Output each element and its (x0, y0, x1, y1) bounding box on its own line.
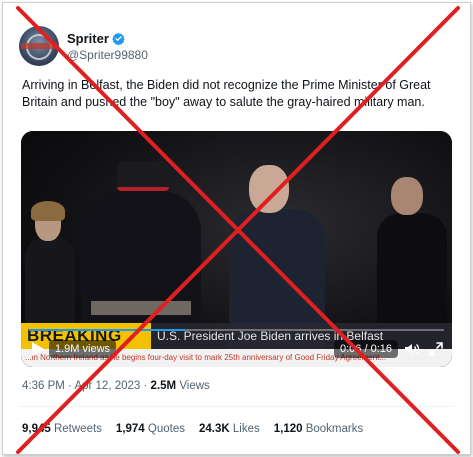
tweet-time[interactable]: 4:36 PM (22, 380, 65, 392)
fullscreen-icon[interactable] (428, 341, 444, 357)
video-player[interactable]: BREAKING NEWS U.S. President Joe Biden a… (21, 131, 452, 367)
tweet-stats: 9,945 Retweets 1,974 Quotes 24.3K Likes … (22, 423, 363, 435)
views-count: 2.5M (150, 380, 177, 392)
meta-separator: · (143, 380, 148, 392)
video-controls: 1.9M views 0:06 / 0:16 (21, 337, 452, 361)
video-progress-fill (29, 329, 185, 331)
author-handle[interactable]: @Spriter99880 (67, 48, 148, 62)
quotes-stat[interactable]: 1,974 Quotes (116, 423, 185, 435)
tweet-meta: 4:36 PM · Apr 12, 2023 · 2.5M Views (22, 380, 210, 392)
author-display-name[interactable]: Spriter (67, 31, 109, 46)
likes-stat[interactable]: 24.3K Likes (199, 423, 260, 435)
bookmarks-stat[interactable]: 1,120 Bookmarks (274, 423, 364, 435)
video-views: 1.9M views (49, 340, 117, 358)
volume-icon[interactable] (404, 341, 420, 357)
views-label: Views (179, 380, 210, 392)
video-time: 0:06 / 0:16 (334, 340, 398, 358)
video-progress-bar[interactable] (29, 329, 444, 331)
avatar[interactable] (19, 26, 59, 66)
verified-badge-icon (112, 32, 125, 45)
play-icon[interactable] (31, 341, 45, 357)
divider (19, 406, 454, 407)
author-names: Spriter @Spriter99880 (67, 31, 148, 62)
tweet-card: Spriter @Spriter99880 Arriving in Belfas… (2, 2, 471, 455)
retweets-stat[interactable]: 9,945 Retweets (22, 423, 102, 435)
tweet-date[interactable]: Apr 12, 2023 (74, 380, 140, 392)
tweet-text: Arriving in Belfast, the Biden did not r… (22, 78, 431, 109)
meta-separator: · (68, 380, 72, 392)
tweet-header: Spriter @Spriter99880 (19, 25, 148, 67)
